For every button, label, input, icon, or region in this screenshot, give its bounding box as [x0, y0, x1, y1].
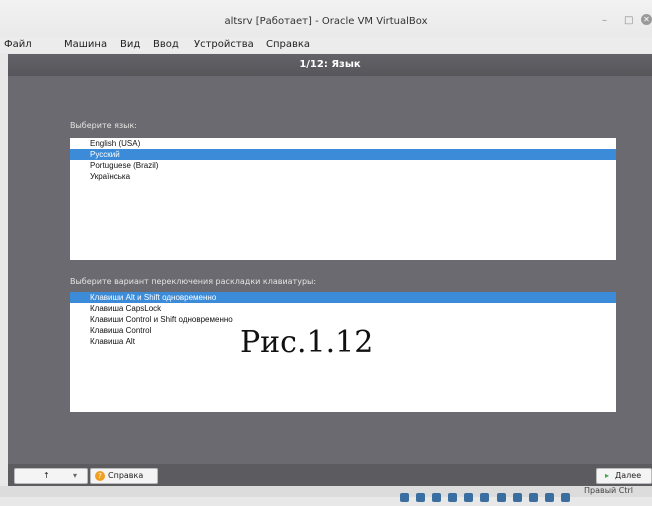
- minimize-button[interactable]: –: [602, 15, 607, 26]
- language-label: Выберите язык:: [70, 121, 137, 130]
- keyboard-capture-icon[interactable]: [560, 493, 570, 502]
- installer-panel: Выберите язык: English (USA) Русский Por…: [8, 76, 652, 466]
- video-capture-icon[interactable]: [512, 493, 522, 502]
- window-title: altsrv [Работает] - Oracle VM VirtualBox: [224, 16, 428, 27]
- step-title: 1/12: Язык: [8, 54, 652, 76]
- audio-icon[interactable]: [432, 493, 442, 502]
- figure-caption: Рис.1.12: [240, 325, 374, 360]
- language-option[interactable]: Українська: [70, 171, 616, 182]
- next-button[interactable]: ▸ Далее: [596, 468, 652, 484]
- menu-help[interactable]: Справка: [266, 39, 310, 50]
- layout-option[interactable]: Клавиша CapsLock: [70, 303, 616, 314]
- menu-view[interactable]: Вид: [120, 39, 140, 50]
- installer-bottom-bar: ↑ ▾ ? Справка ▸ Далее: [8, 464, 652, 486]
- cpu-icon[interactable]: [528, 493, 538, 502]
- mouse-integration-icon[interactable]: [544, 493, 554, 502]
- keyboard-layout-label: Выберите вариант переключения раскладки …: [70, 277, 317, 286]
- language-option-selected[interactable]: Русский: [70, 149, 616, 160]
- menu-file[interactable]: Файл: [4, 39, 32, 50]
- language-option[interactable]: English (USA): [70, 138, 616, 149]
- menu-machine[interactable]: Машина: [64, 39, 107, 50]
- next-button-label: Далее: [615, 471, 642, 480]
- chevron-down-icon: ▾: [73, 471, 78, 480]
- help-button-label: Справка: [108, 471, 144, 480]
- layout-option-selected[interactable]: Клавиши Alt и Shift одновременно: [70, 292, 616, 303]
- menu-devices[interactable]: Устройства: [194, 39, 254, 50]
- network-icon[interactable]: [448, 493, 458, 502]
- layout-option[interactable]: Клавиши Control и Shift одновременно: [70, 314, 616, 325]
- back-button[interactable]: ↑ ▾: [14, 468, 88, 484]
- usb-icon[interactable]: [464, 493, 474, 502]
- hard-disk-icon[interactable]: [400, 493, 409, 502]
- vm-screen: 1/12: Язык Выберите язык: English (USA) …: [8, 54, 652, 486]
- menubar: Файл Машина Вид Ввод Устройства Справка: [0, 37, 652, 53]
- host-key-label: Правый Ctrl: [584, 486, 634, 495]
- optical-drive-icon[interactable]: [416, 493, 426, 502]
- help-button[interactable]: ? Справка: [90, 468, 158, 484]
- menu-input[interactable]: Ввод: [153, 39, 179, 50]
- close-button[interactable]: ✕: [641, 14, 652, 25]
- next-arrow-icon: ▸: [605, 471, 610, 480]
- device-indicators: [400, 487, 580, 502]
- up-arrow-icon: ↑: [43, 471, 50, 480]
- help-icon: ?: [95, 471, 105, 481]
- display-icon[interactable]: [496, 493, 506, 502]
- language-option[interactable]: Portuguese (Brazil): [70, 160, 616, 171]
- maximize-button[interactable]: □: [624, 15, 633, 26]
- window-titlebar: altsrv [Работает] - Oracle VM VirtualBox…: [0, 0, 652, 39]
- vbox-statusbar: Правый Ctrl: [0, 486, 652, 502]
- language-list[interactable]: English (USA) Русский Portuguese (Brazil…: [70, 138, 616, 260]
- shared-folder-icon[interactable]: [480, 493, 490, 502]
